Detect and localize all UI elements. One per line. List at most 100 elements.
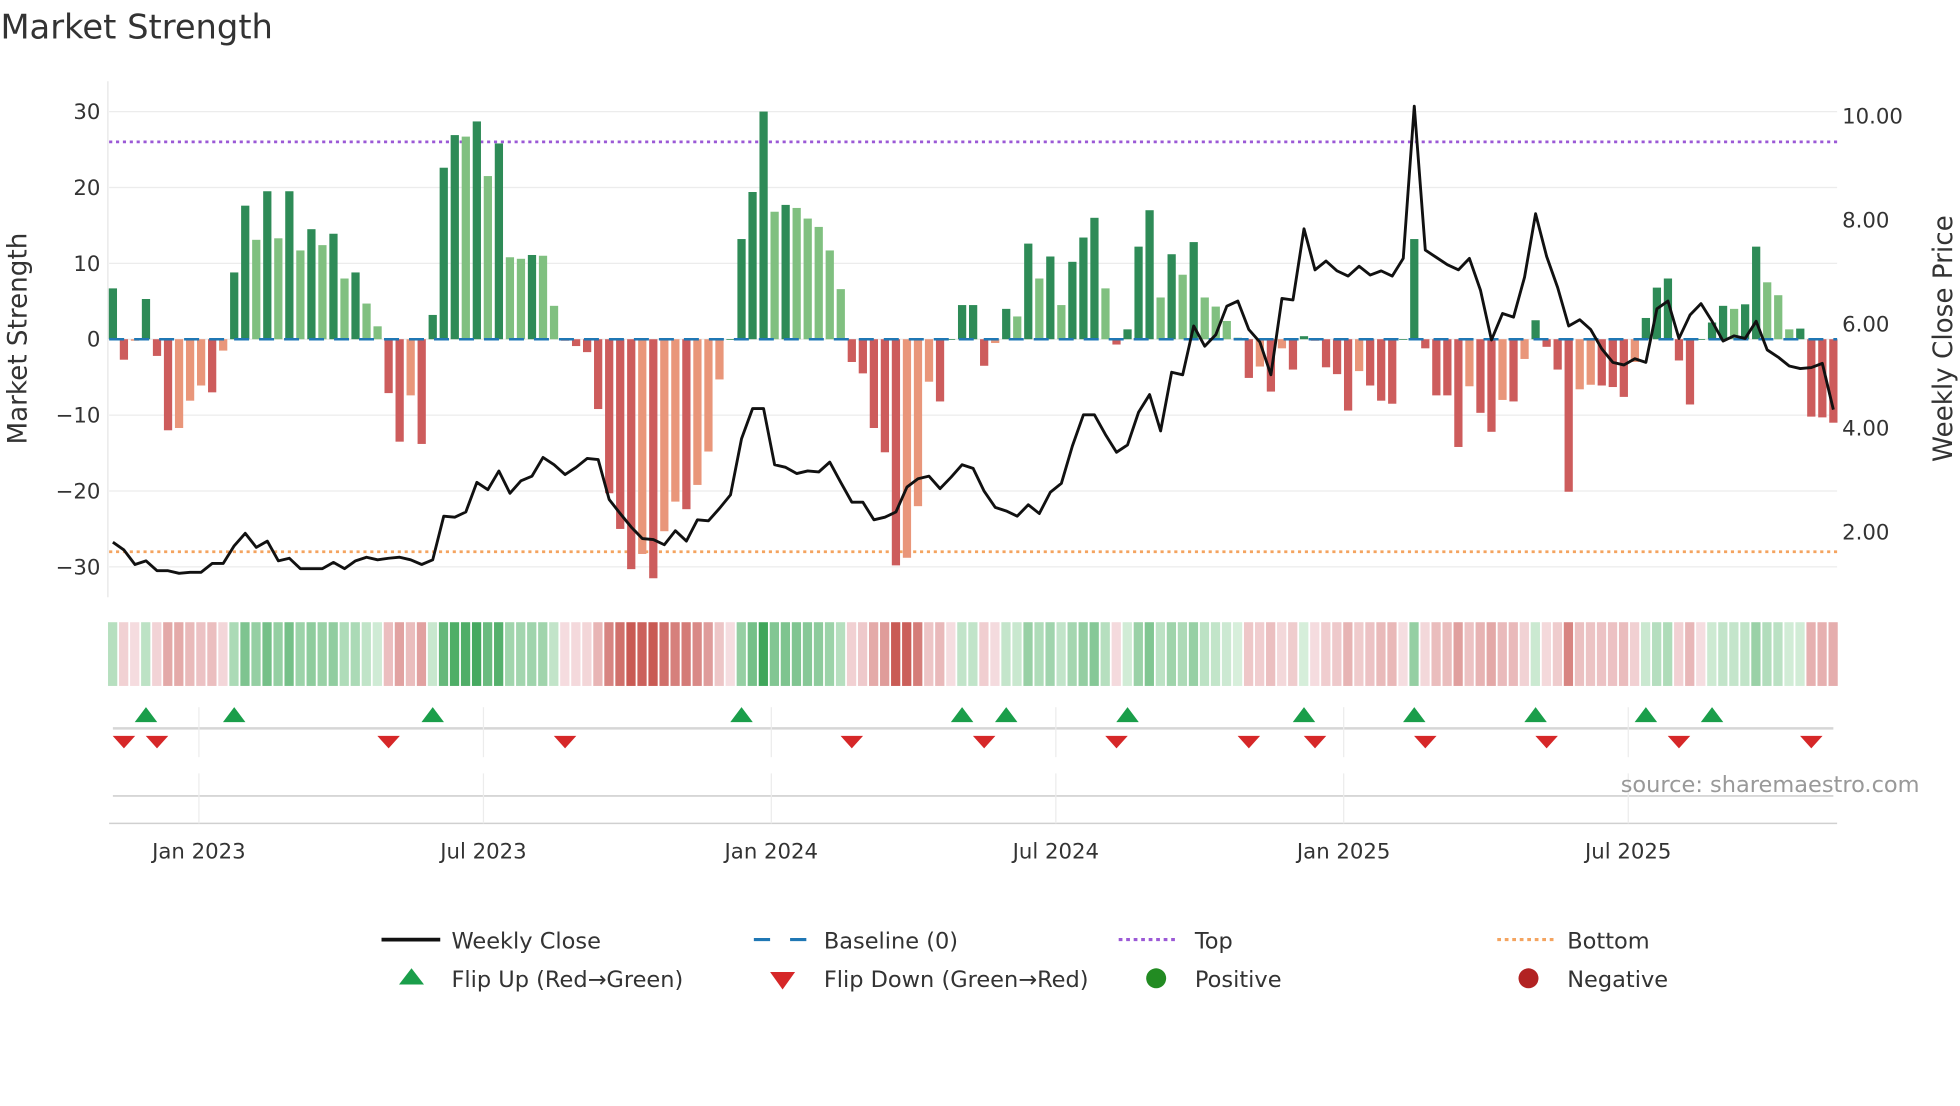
positive-bar [241,205,250,340]
positive-bar [803,218,812,340]
strip-cell [1751,622,1761,686]
circle-negative-icon [1518,968,1539,989]
y2-tick-label: 2.00 [1842,520,1889,545]
strip-cell [1486,622,1496,686]
negative-bar [384,339,393,394]
legend-item-circle-neg: Negative [1518,967,1668,993]
strip-cell [1277,622,1287,686]
positive-bar [351,272,360,340]
strip-cell [1784,622,1794,686]
positive-bar [1641,317,1650,340]
positive-bar [472,121,481,340]
negative-bar [406,339,415,396]
negative-bar [682,339,691,510]
positive-bar [1763,282,1772,340]
strip-cell [251,622,261,686]
positive-bar [1123,329,1132,340]
strip-cell [681,622,691,686]
positive-bar [814,226,823,340]
strip-cell [482,622,493,686]
positive-bar [1068,261,1077,340]
strip-cell [1299,622,1309,686]
legend-label: Positive [1195,967,1282,993]
flip-down-icon [1800,735,1823,749]
positive-bar [1101,288,1110,340]
flip-down-icon [972,735,996,749]
negative-bar [1509,339,1518,402]
negative-bar [1388,339,1397,404]
strip-cell [1817,622,1827,686]
flip-up-icon [730,707,753,723]
positive-bar [439,167,448,340]
negative-bar [980,339,989,366]
flip-down-icon [1303,735,1327,749]
x-tick-label: Jul 2023 [438,839,526,864]
strip-cell [549,622,559,686]
strip-cell [130,622,140,686]
positive-bar [1145,210,1154,340]
strip-cell [1210,622,1221,686]
negative-bar [1619,339,1628,397]
negative-bar [902,339,912,558]
y-tick-label: 10 [73,252,100,277]
strip-cell [317,622,327,686]
positive-bar [516,258,526,340]
flip-up-icon [1116,707,1139,723]
flip-down-icon [377,735,400,749]
negative-bar [1553,339,1562,370]
strip-cell [1773,622,1783,686]
strip-cell [780,622,791,686]
flip-up-icon [134,707,158,723]
strip-cell [1475,622,1485,686]
positive-bar [836,289,845,340]
positive-bar [1167,254,1176,340]
negative-bar [1432,339,1441,396]
negative-bar [924,339,934,382]
positive-bar [108,288,118,340]
positive-bar [1156,297,1165,340]
strip-cell [494,622,504,686]
flip-down-icon [1237,735,1261,749]
strip-cell [163,622,173,686]
negative-bar [196,339,206,386]
strip-cell [1519,622,1529,686]
strip-cell [1166,622,1177,686]
strip-cell [1012,622,1022,686]
strip-cell [1122,622,1132,686]
flip-down-icon [112,735,136,749]
negative-bar [627,339,636,570]
negative-bar [1377,339,1386,401]
positive-bar [1090,217,1099,340]
strip-cell [1387,622,1397,686]
strip-cell [791,622,802,686]
strip-cell [1596,622,1607,686]
strip-cell [913,622,923,686]
strip-cell [1332,622,1342,686]
legend-label: Flip Down (Green→Red) [824,967,1089,993]
flip-up-icon [1292,707,1316,723]
strip-cell [1563,622,1574,686]
strip-cell [1718,622,1728,686]
positive-bar [549,305,559,340]
strip-cell [108,622,118,686]
strip-cell [141,622,151,686]
strip-cell [427,622,438,686]
strip-cell [1431,622,1441,686]
legend-label: Weekly Close [451,928,600,954]
positive-bar [230,272,239,340]
strip-cell [846,622,857,686]
y2-axis-label: Weekly Close Price [1929,215,1959,462]
negative-bar [185,339,195,401]
strength-heat-strip [108,622,1838,686]
strip-cell [1100,622,1110,686]
strip-cell [1685,622,1695,686]
strip-cell [648,622,658,686]
strip-cell [1442,622,1452,686]
strip-cell [339,622,349,686]
strip-cell [1023,622,1033,686]
strip-cell [692,622,702,686]
strip-cell [560,622,570,686]
negative-bar [847,339,856,362]
positive-bar [329,233,338,340]
legend-label: Negative [1567,967,1668,993]
